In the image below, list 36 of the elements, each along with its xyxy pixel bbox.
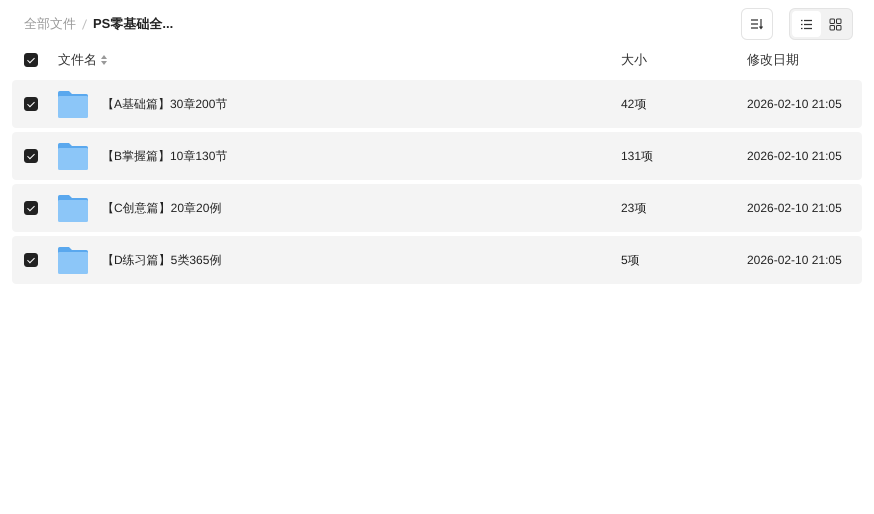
file-name[interactable]: 【B掌握篇】10章130节 (102, 148, 228, 164)
item-count: 23项 (621, 200, 646, 214)
column-header[interactable]: 文件名 (58, 51, 97, 69)
file-row[interactable]: 【D练习篇】5类365例 5项 2026-02-10 21:05 (12, 236, 862, 284)
checkbox[interactable] (24, 201, 38, 215)
list-icon (800, 18, 813, 30)
column-header[interactable]: 修改日期 (747, 52, 799, 67)
checkbox[interactable] (24, 149, 38, 163)
breadcrumb-item: PS零基础全... (93, 15, 174, 33)
file-row[interactable]: 【C创意篇】20章20例 23项 2026-02-10 21:05 (12, 184, 862, 232)
modified-date: 2026-02-10 21:05 (747, 253, 842, 267)
checkbox[interactable] (24, 253, 38, 267)
sort-icon (750, 18, 764, 30)
folder-icon (58, 194, 88, 222)
file-name[interactable]: 【A基础篇】30章200节 (102, 96, 228, 112)
sort-button[interactable] (741, 8, 773, 40)
checkbox[interactable] (24, 97, 38, 111)
file-name[interactable]: 【C创意篇】20章20例 (102, 200, 222, 216)
folder-icon (58, 90, 88, 118)
file-row[interactable]: 【B掌握篇】10章130节 131项 2026-02-10 21:05 (12, 132, 862, 180)
breadcrumb-separator-icon (82, 18, 87, 30)
sort-icon[interactable] (101, 55, 107, 65)
file-row[interactable]: 【A基础篇】30章200节 42项 2026-02-10 21:05 (12, 80, 862, 128)
grid-icon (829, 18, 842, 30)
modified-date: 2026-02-10 21:05 (747, 97, 842, 111)
folder-icon (58, 142, 88, 170)
column-header[interactable]: 大小 (621, 52, 647, 67)
checkbox[interactable] (24, 53, 38, 67)
modified-date: 2026-02-10 21:05 (747, 201, 842, 215)
list-view-button[interactable] (792, 11, 821, 37)
item-count: 42项 (621, 96, 646, 110)
file-name[interactable]: 【D练习篇】5类365例 (102, 252, 222, 268)
modified-date: 2026-02-10 21:05 (747, 149, 842, 163)
item-count: 5项 (621, 252, 640, 266)
folder-icon (58, 246, 88, 274)
item-count: 131项 (621, 148, 654, 162)
